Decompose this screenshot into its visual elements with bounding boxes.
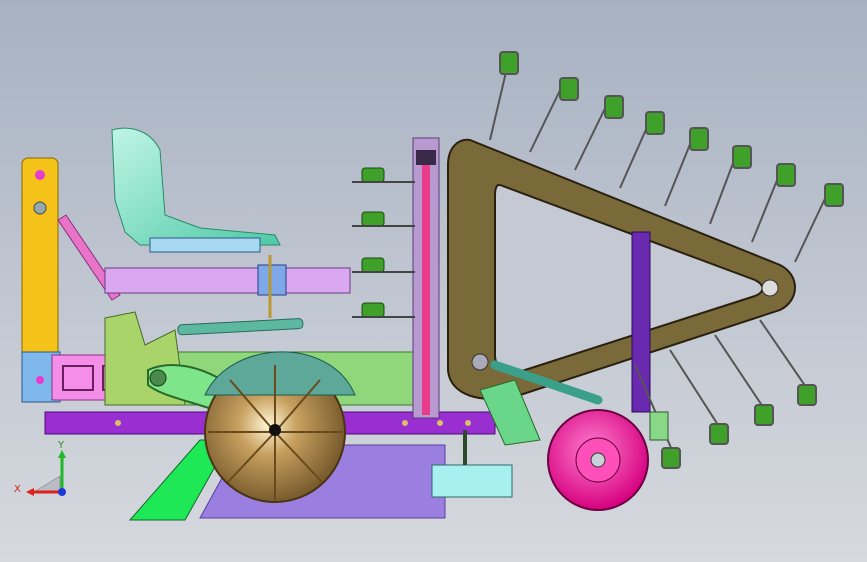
support-wheel-hub bbox=[590, 452, 606, 468]
rear-bracket bbox=[649, 411, 669, 441]
seat-base bbox=[149, 237, 261, 253]
transplanter-assembly-model[interactable] bbox=[0, 0, 867, 562]
yellow-post-pin bbox=[35, 170, 45, 180]
operator-seat bbox=[111, 127, 281, 246]
yellow-post bbox=[21, 157, 59, 359]
frame-upright bbox=[631, 231, 651, 413]
platform-clamp bbox=[257, 264, 287, 296]
seedling-rods-left bbox=[352, 181, 415, 318]
drive-shaft bbox=[177, 318, 304, 336]
seedling-cups-left bbox=[361, 167, 385, 318]
tension-pulley bbox=[761, 279, 779, 297]
drum-hub bbox=[269, 424, 281, 436]
cylinder-mount bbox=[471, 353, 489, 371]
tray-column-rail bbox=[422, 155, 430, 415]
column-cap bbox=[416, 150, 436, 165]
lavender-platform bbox=[104, 267, 351, 294]
axis-triad-icon: Y X bbox=[14, 440, 74, 506]
axis-label-y: Y bbox=[58, 440, 65, 451]
bracket-pin bbox=[36, 376, 44, 384]
yellow-post-bolt bbox=[33, 201, 47, 215]
axis-label-x: X bbox=[14, 484, 21, 495]
front-skid bbox=[431, 464, 513, 498]
arm-pivot bbox=[149, 369, 167, 387]
cad-viewport[interactable]: Y X bbox=[0, 0, 867, 562]
